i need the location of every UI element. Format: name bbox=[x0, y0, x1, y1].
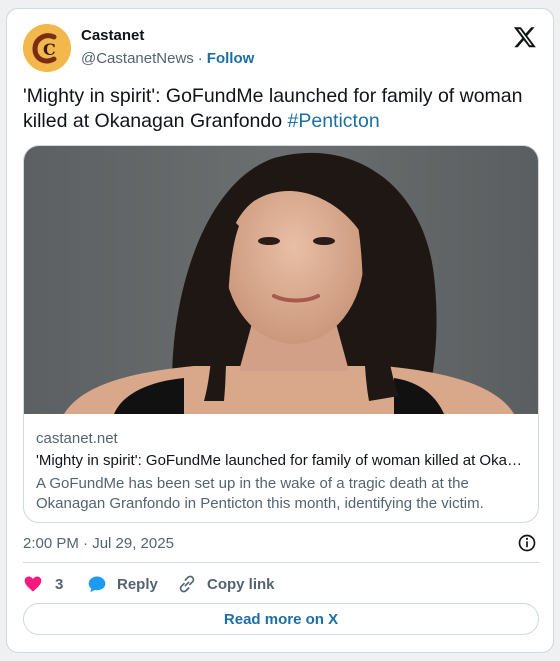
post-body: 'Mighty in spirit': GoFundMe launched fo… bbox=[23, 85, 523, 132]
like-button[interactable]: 3 bbox=[23, 572, 63, 596]
reply-button[interactable]: Reply bbox=[87, 572, 158, 596]
author-handle[interactable]: @CastanetNews bbox=[81, 50, 194, 67]
reply-bubble-icon bbox=[88, 576, 106, 593]
link-description: A GoFundMe has been set up in the wake o… bbox=[36, 475, 484, 512]
svg-text:C: C bbox=[43, 40, 56, 59]
copy-link-button[interactable]: Copy link bbox=[177, 572, 275, 596]
link-preview-card[interactable]: castanet.net 'Mighty in spirit': GoFundM… bbox=[23, 145, 539, 523]
follow-button[interactable]: Follow bbox=[207, 50, 255, 67]
author-name[interactable]: Castanet bbox=[81, 27, 144, 44]
read-more-button[interactable]: Read more on X bbox=[23, 603, 539, 635]
post-timestamp[interactable]: 2:00 PM · Jul 29, 2025 bbox=[23, 535, 174, 552]
author-avatar[interactable]: C bbox=[23, 24, 71, 72]
x-logo-icon[interactable] bbox=[513, 25, 537, 49]
like-count: 3 bbox=[55, 575, 64, 593]
article-photo bbox=[24, 146, 538, 414]
link-title: 'Mighty in spirit': GoFundMe launched fo… bbox=[36, 452, 528, 469]
separator-dot: · bbox=[197, 50, 203, 67]
info-icon[interactable] bbox=[517, 533, 537, 553]
heart-icon bbox=[24, 576, 42, 592]
reply-label: Reply bbox=[117, 575, 158, 593]
link-domain: castanet.net bbox=[36, 430, 118, 447]
action-bar: 3 Reply Copy link bbox=[23, 572, 539, 596]
author-handle-line: @CastanetNews · Follow bbox=[81, 50, 254, 67]
copy-link-label: Copy link bbox=[207, 575, 275, 593]
castanet-logo-icon: C bbox=[23, 24, 71, 72]
post-text: 'Mighty in spirit': GoFundMe launched fo… bbox=[23, 84, 543, 134]
embedded-post-card: C Castanet @CastanetNews · Follow 'Mighty … bbox=[6, 8, 554, 653]
link-icon bbox=[179, 575, 195, 593]
divider bbox=[23, 562, 539, 563]
hashtag-link[interactable]: #Penticton bbox=[288, 110, 380, 132]
